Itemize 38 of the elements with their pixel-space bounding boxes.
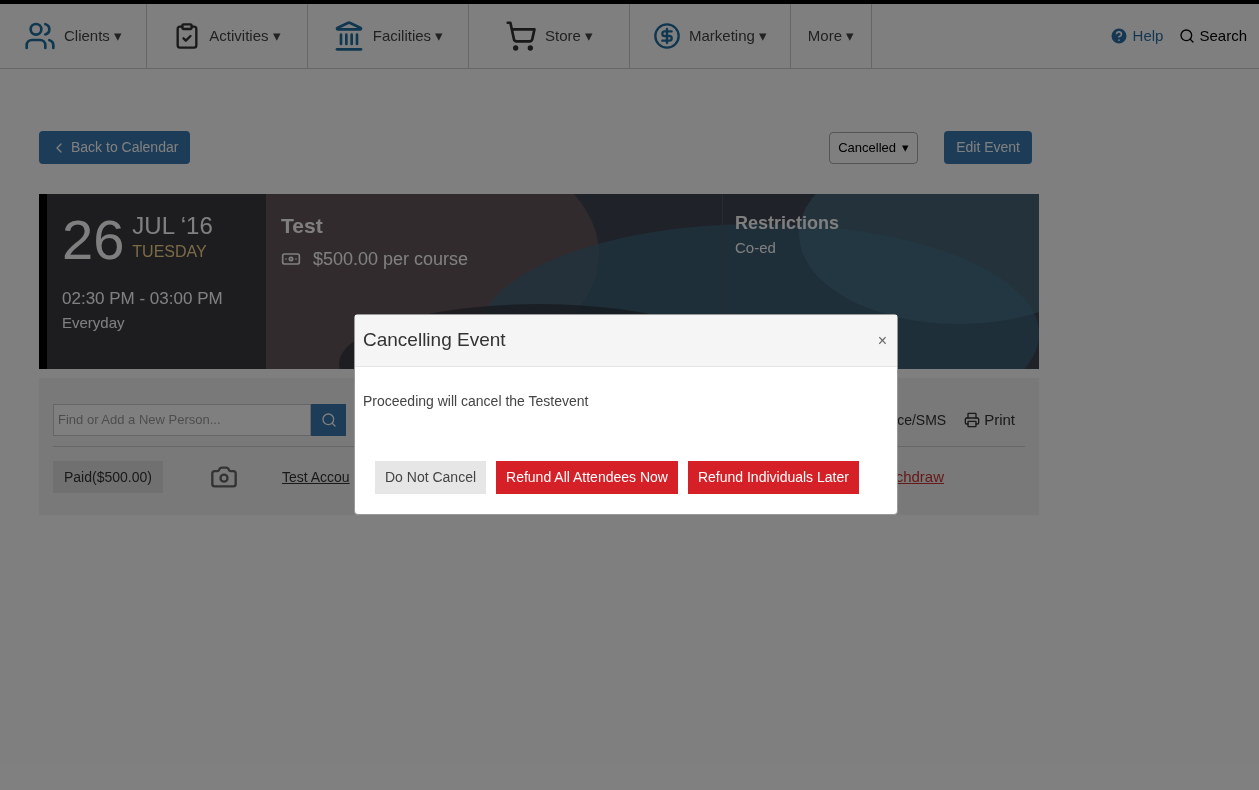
nav-item[interactable]: Marketing ▾ [630, 4, 791, 68]
restrictions-title: Restrictions [735, 212, 840, 235]
search-link[interactable]: Search [1179, 24, 1247, 48]
back-button[interactable]: Back to Calendar [39, 131, 191, 164]
cart-icon [505, 20, 537, 52]
modal-message: Proceeding will cancel the Testevent [362, 392, 590, 411]
event-day: 26 [62, 212, 125, 268]
event-recurrence: Everyday [62, 312, 126, 333]
event-price: $500.00 per course [313, 247, 469, 271]
help-link[interactable]: Help [1108, 24, 1164, 48]
nav-item[interactable]: Facilities ▾ [308, 4, 469, 68]
nav-item[interactable]: More ▾ [791, 4, 872, 68]
people-icon [24, 20, 56, 52]
edit-event-button[interactable]: Edit Event [944, 131, 1032, 164]
status-dropdown[interactable]: Cancelled ▾ [829, 131, 919, 164]
event-time: 02:30 PM - 03:00 PM [62, 288, 224, 310]
event-weekday: TUESDAY [132, 242, 208, 262]
paid-badge: Paid($500.00) [53, 461, 163, 493]
search-icon [1179, 28, 1196, 44]
close-button[interactable]: × [877, 328, 887, 353]
printer-icon [964, 412, 981, 428]
refund-button[interactable]: Refund Individuals Later [687, 461, 859, 494]
print-link[interactable]: Print [964, 408, 1015, 432]
attendee-link[interactable]: Test Accou [281, 466, 350, 488]
nav-item[interactable]: Clients ▾ [0, 4, 147, 68]
event-title: Test [281, 213, 324, 239]
restrictions-value: Co-ed [735, 238, 777, 258]
modal-title: Cancelling Event [363, 328, 506, 353]
refund-button[interactable]: Refund All Attendees Now [496, 461, 678, 494]
search-button[interactable] [311, 404, 346, 436]
event-month: JUL ‘16 [132, 212, 213, 240]
nav-item[interactable]: Activities ▾ [147, 4, 308, 68]
notify-link[interactable]: ce/SMS [897, 409, 947, 431]
cancel-button[interactable]: Do Not Cancel [375, 461, 487, 494]
withdraw-link[interactable]: chdraw [895, 465, 944, 489]
nav-item[interactable]: Store ▾ [469, 4, 630, 68]
help-icon [1108, 26, 1129, 46]
search-icon [320, 412, 337, 428]
